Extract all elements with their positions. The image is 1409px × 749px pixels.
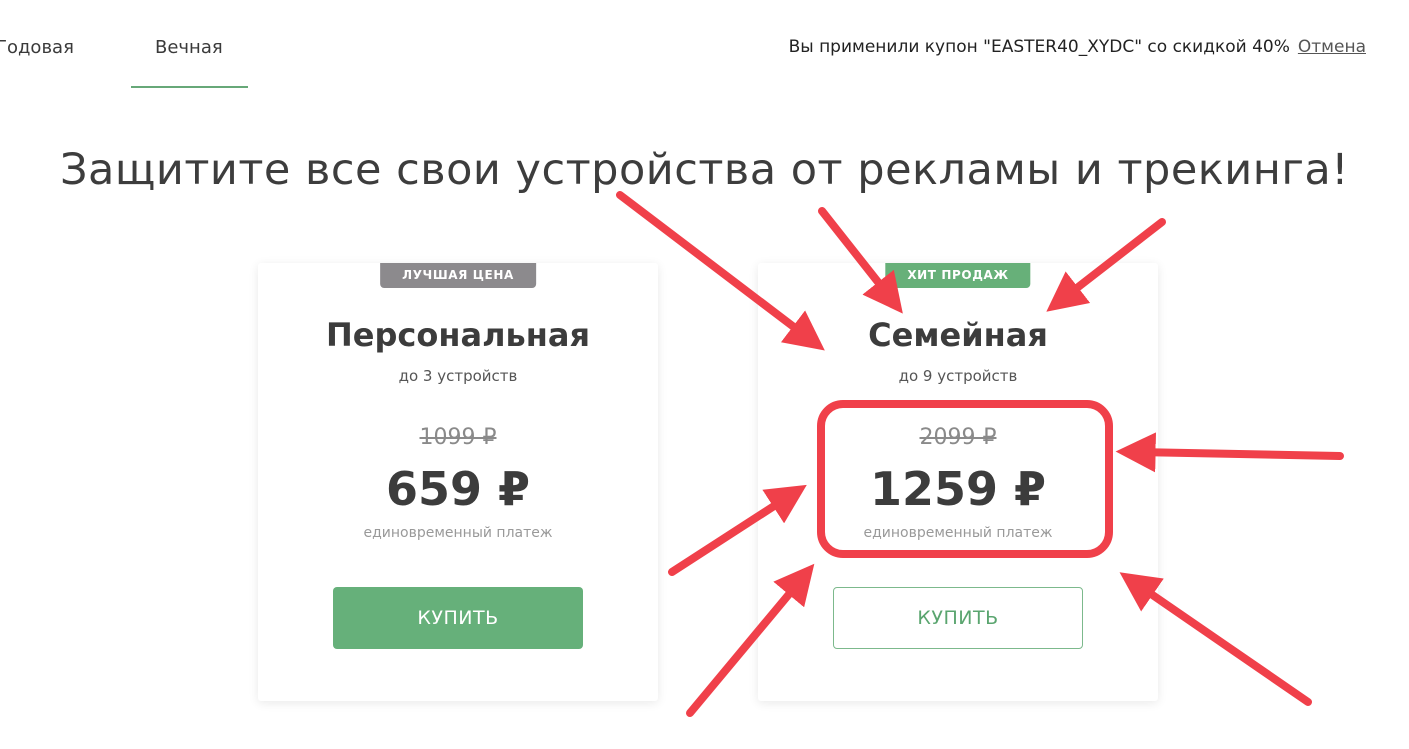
annotation-overlay: [616, 191, 1344, 717]
plan-name: Семейная: [868, 316, 1048, 354]
active-tab-underline: [131, 86, 248, 88]
buy-button-personal[interactable]: КУПИТЬ: [333, 587, 583, 649]
best-price-badge: ЛУЧШАЯ ЦЕНА: [380, 263, 536, 288]
buy-button-family[interactable]: КУПИТЬ: [833, 587, 1083, 649]
price: 659 ₽: [385, 462, 531, 516]
plan-card-family: ХИТ ПРОДАЖ Семейная до 9 устройств 2099 …: [758, 263, 1158, 701]
tab-annual[interactable]: Годовая: [0, 37, 74, 58]
coupon-cancel-link[interactable]: Отмена: [1298, 37, 1366, 57]
plan-name: Персональная: [326, 316, 590, 354]
price-note: единовременный платеж: [363, 525, 553, 541]
tab-lifetime[interactable]: Вечная: [155, 37, 223, 58]
old-price: 1099 ₽: [419, 425, 497, 450]
plan-devices: до 9 устройств: [898, 367, 1018, 385]
coupon-notice: Вы применили купон "EASTER40_XYDC" со ск…: [789, 37, 1366, 57]
coupon-message: Вы применили купон "EASTER40_XYDC" со ск…: [788, 37, 1290, 57]
old-price: 2099 ₽: [919, 425, 997, 450]
price-note: единовременный платеж: [863, 525, 1053, 541]
plan-devices: до 3 устройств: [398, 367, 518, 385]
plan-card-personal: ЛУЧШАЯ ЦЕНА Персональная до 3 устройств …: [258, 263, 658, 701]
annotation-arrow: [1119, 572, 1312, 706]
bestseller-badge: ХИТ ПРОДАЖ: [885, 263, 1031, 288]
price: 1259 ₽: [869, 462, 1047, 516]
annotation-arrow: [1115, 432, 1344, 473]
page-headline: Защитите все свои устройства от рекламы …: [59, 145, 1350, 195]
